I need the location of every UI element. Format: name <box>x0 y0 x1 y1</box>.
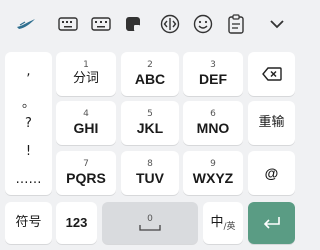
key-2[interactable]: 2 ABC <box>121 52 179 96</box>
punct-comma[interactable]: , <box>5 64 52 79</box>
keyboard-toolbar <box>0 0 300 48</box>
key-8-label: TUV <box>136 170 164 186</box>
key-4[interactable]: 4 GHI <box>56 101 116 145</box>
at-label: @ <box>264 165 279 181</box>
key-9[interactable]: 9 WXYZ <box>183 151 243 195</box>
language-switch-key[interactable]: 中 /英 <box>203 202 243 244</box>
clipboard-icon[interactable] <box>222 10 250 38</box>
key-1-number: 1 <box>83 60 89 70</box>
symbols-label: 符号 <box>15 215 42 230</box>
key-8-number: 8 <box>147 159 153 169</box>
space-key-number: 0 <box>147 214 153 224</box>
key-1[interactable]: 1 分词 <box>56 52 116 96</box>
backspace-icon <box>261 67 282 81</box>
punct-period[interactable]: 。 <box>5 92 52 111</box>
enter-key[interactable] <box>248 202 295 244</box>
retype-label: 重输 <box>258 115 285 130</box>
key-9-number: 9 <box>210 159 216 169</box>
key-2-number: 2 <box>147 60 153 70</box>
keyboard-icon[interactable] <box>54 10 82 38</box>
key-6-label: MNO <box>196 120 230 136</box>
at-key[interactable]: @ <box>248 151 295 195</box>
key-7-label: PQRS <box>66 170 106 186</box>
cursor-move-icon[interactable] <box>156 10 184 38</box>
key-3-number: 3 <box>210 60 216 70</box>
key-7-number: 7 <box>83 159 89 169</box>
key-3-label: DEF <box>199 71 227 87</box>
emoji-icon[interactable] <box>189 10 217 38</box>
key-6-number: 6 <box>210 109 216 119</box>
key-6[interactable]: 6 MNO <box>183 101 243 145</box>
enter-icon <box>263 217 280 229</box>
chevron-down-icon[interactable] <box>263 10 291 38</box>
backspace-key[interactable] <box>248 52 295 96</box>
keyboard-alt-icon[interactable] <box>87 10 115 38</box>
retype-key[interactable]: 重输 <box>248 101 295 145</box>
punct-question[interactable]: ? <box>5 116 52 131</box>
sticker-icon[interactable] <box>119 10 147 38</box>
key-9-label: WXYZ <box>192 170 234 186</box>
key-5[interactable]: 5 JKL <box>121 101 179 145</box>
punct-exclamation[interactable]: ! <box>5 144 52 159</box>
key-4-number: 4 <box>83 109 89 119</box>
key-3[interactable]: 3 DEF <box>183 52 243 96</box>
swift-logo-icon[interactable] <box>12 10 40 38</box>
punct-ellipsis[interactable]: …… <box>5 172 52 187</box>
numbers-key[interactable]: 123 <box>56 202 97 244</box>
lang-main-label: 中 <box>210 215 224 230</box>
key-5-number: 5 <box>147 109 153 119</box>
symbols-key[interactable]: 符号 <box>5 202 52 244</box>
key-4-label: GHI <box>73 120 99 136</box>
key-1-label: 分词 <box>72 71 99 86</box>
punctuation-list[interactable]: , 。 ? ! …… <box>5 52 52 195</box>
key-5-label: JKL <box>136 120 164 136</box>
numbers-label: 123 <box>65 215 88 230</box>
space-key[interactable]: 0 <box>102 202 198 244</box>
key-7[interactable]: 7 PQRS <box>56 151 116 195</box>
key-2-label: ABC <box>134 71 166 87</box>
space-icon <box>139 225 161 231</box>
lang-sub-label: /英 <box>223 221 236 232</box>
key-8[interactable]: 8 TUV <box>121 151 179 195</box>
